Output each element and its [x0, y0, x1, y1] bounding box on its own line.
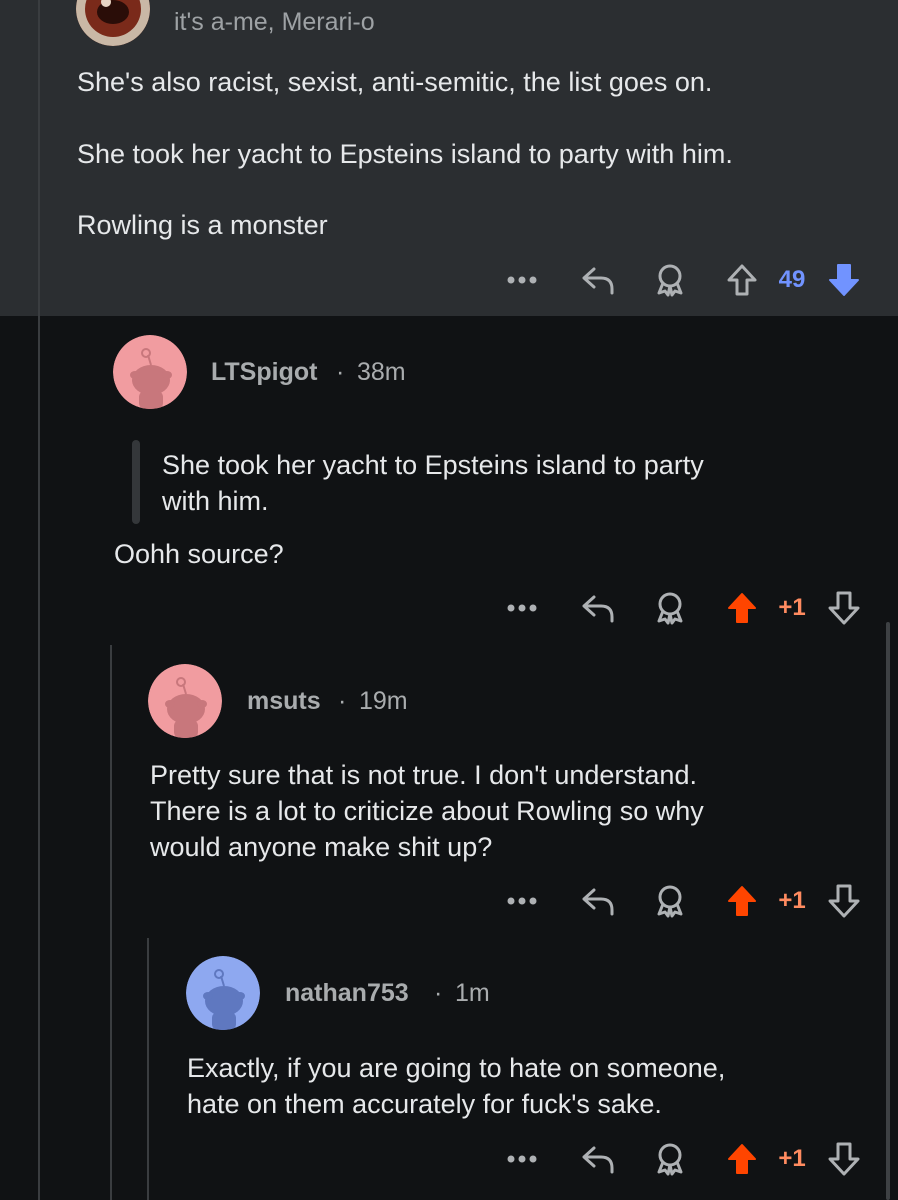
upvote-icon	[728, 1144, 756, 1174]
more-options-button[interactable]	[500, 881, 544, 921]
username[interactable]: LTSpigot	[211, 358, 317, 387]
avatar[interactable]	[186, 956, 260, 1030]
thread-line[interactable]	[110, 645, 112, 1200]
upvote-button[interactable]	[722, 588, 762, 628]
upvote-button[interactable]	[722, 881, 762, 921]
thread-line[interactable]	[38, 316, 40, 1200]
downvote-button[interactable]	[822, 588, 866, 628]
award-button[interactable]	[648, 1139, 692, 1179]
comment-body-line: Pretty sure that is not true. I don't un…	[150, 760, 697, 790]
reply-icon	[582, 267, 614, 295]
award-icon	[657, 264, 683, 297]
comment-paragraph: She's also racist, sexist, anti-semitic,…	[77, 67, 713, 97]
comment-age: 1m	[455, 979, 490, 1007]
more-options-button[interactable]	[500, 1139, 544, 1179]
user-flair: it's a-me, Merari-o	[174, 8, 375, 36]
comment-paragraph: She took her yacht to Epsteins island to…	[77, 139, 733, 169]
reply-icon	[582, 595, 614, 623]
separator-dot: ·	[434, 979, 443, 1007]
snoo-avatar-icon	[186, 956, 260, 1030]
comment-actions: +1	[500, 1139, 870, 1179]
reply-button[interactable]	[576, 881, 620, 921]
reply-button[interactable]	[576, 588, 620, 628]
downvote-button[interactable]	[822, 1139, 866, 1179]
vote-score: +1	[778, 594, 806, 621]
upvote-button[interactable]	[722, 260, 762, 300]
comment-body-line: There is a lot to criticize about Rowlin…	[150, 796, 704, 826]
downvote-button[interactable]	[822, 260, 866, 300]
comment-age: 19m	[359, 687, 408, 715]
quoted-text: She took her yacht to Epsteins island to…	[162, 450, 704, 480]
comment-age: 38m	[357, 358, 406, 386]
more-icon	[507, 897, 537, 905]
downvote-button[interactable]	[822, 881, 866, 921]
comment-body-line: Exactly, if you are going to hate on som…	[187, 1053, 726, 1083]
upvote-icon	[727, 264, 757, 296]
more-icon	[507, 1155, 537, 1163]
reply-icon	[582, 888, 614, 916]
award-icon	[657, 1143, 683, 1176]
award-icon	[657, 592, 683, 625]
thread-line[interactable]	[147, 938, 149, 1200]
comment-body-line: hate on them accurately for fuck's sake.	[187, 1089, 662, 1119]
username[interactable]: nathan753	[285, 979, 409, 1008]
quoted-text: with him.	[162, 486, 269, 516]
username[interactable]: msuts	[247, 687, 321, 716]
downvote-icon	[828, 591, 860, 625]
more-options-button[interactable]	[500, 260, 544, 300]
comment-actions: 49	[500, 260, 870, 300]
comment-actions: +1	[500, 881, 870, 921]
thread-line[interactable]	[38, 0, 40, 316]
comment-body: Oohh source?	[114, 539, 284, 569]
downvote-icon	[828, 884, 860, 918]
upvote-button[interactable]	[722, 1139, 762, 1179]
upvote-icon	[728, 886, 756, 916]
award-button[interactable]	[648, 881, 692, 921]
reply-button[interactable]	[576, 260, 620, 300]
downvote-icon	[828, 1142, 860, 1176]
quote-bar	[132, 440, 140, 524]
vote-score: 49	[778, 266, 806, 293]
separator-dot: ·	[336, 358, 345, 386]
separator-dot: ·	[338, 687, 347, 715]
comment-body-line: would anyone make shit up?	[150, 832, 493, 862]
avatar[interactable]	[113, 335, 187, 409]
award-button[interactable]	[648, 588, 692, 628]
award-icon	[657, 885, 683, 918]
more-icon	[507, 276, 537, 284]
avatar[interactable]	[148, 664, 222, 738]
comment-actions: +1	[500, 588, 870, 628]
award-button[interactable]	[648, 260, 692, 300]
comment-paragraph: Rowling is a monster	[77, 210, 328, 240]
upvote-icon	[728, 593, 756, 623]
snoo-avatar-icon	[148, 664, 222, 738]
snoo-avatar-icon	[113, 335, 187, 409]
reply-icon	[582, 1146, 614, 1174]
vote-score: +1	[778, 887, 806, 914]
scrollbar[interactable]	[886, 622, 890, 1200]
more-icon	[507, 604, 537, 612]
vote-score: +1	[778, 1145, 806, 1172]
reply-button[interactable]	[576, 1139, 620, 1179]
more-options-button[interactable]	[500, 588, 544, 628]
downvote-icon	[829, 264, 859, 296]
